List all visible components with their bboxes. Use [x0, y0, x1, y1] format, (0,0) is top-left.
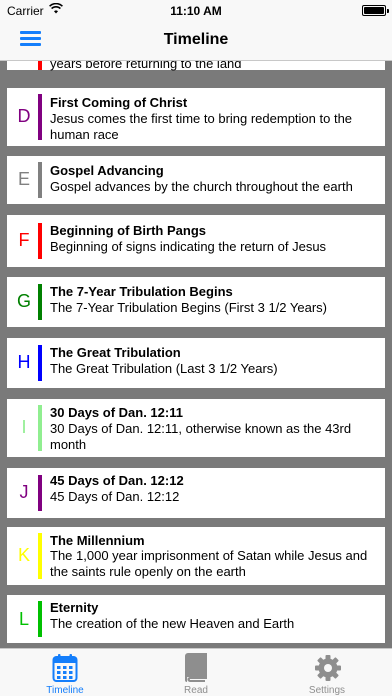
color-bar: [38, 533, 42, 579]
list-item[interactable]: J 45 Days of Dan. 12:12 45 Days of Dan. …: [7, 468, 385, 518]
item-description: 45 Days of Dan. 12:12: [50, 489, 180, 504]
item-description: The 7-Year Tribulation Begins (First 3 1…: [50, 300, 327, 315]
color-bar: [38, 284, 42, 320]
item-title: The 7-Year Tribulation Begins: [50, 284, 233, 299]
calendar-icon: [52, 654, 78, 682]
item-description: The Great Tribulation (Last 3 1/2 Years): [50, 361, 278, 376]
list-item[interactable]: H The Great Tribulation The Great Tribul…: [7, 338, 385, 388]
item-letter: I: [21, 417, 27, 437]
list-item[interactable]: G The 7-Year Tribulation Begins The 7-Ye…: [7, 277, 385, 327]
item-description: The 1,000 year imprisonment of Satan whi…: [50, 548, 368, 579]
item-letter: L: [18, 609, 29, 629]
tab-bar: Timeline Read Settings: [0, 648, 392, 696]
page-title: Timeline: [163, 31, 229, 48]
tab-label: Timeline: [46, 685, 84, 696]
clock: 11:10 AM: [170, 4, 222, 18]
item-title: 30 Days of Dan. 12:11: [50, 405, 183, 420]
item-letter: J: [19, 482, 29, 502]
item-description: Gospel advances by the church throughout…: [50, 179, 353, 194]
navigation-bar: Timeline: [0, 22, 392, 61]
list-item[interactable]: K The Millennium The 1,000 year imprison…: [7, 527, 385, 585]
item-letter: K: [17, 545, 30, 565]
item-letter: H: [17, 352, 31, 372]
list-item-partial[interactable]: years before returning to the land: [7, 60, 385, 71]
item-description: Beginning of signs indicating the return…: [50, 239, 327, 254]
item-title: First Coming of Christ: [50, 95, 188, 110]
list-item[interactable]: E Gospel Advancing Gospel advances by th…: [7, 156, 385, 204]
tab-timeline[interactable]: Timeline: [15, 649, 115, 697]
color-bar: [38, 60, 42, 70]
item-letter: D: [17, 106, 31, 126]
book-icon: [185, 653, 207, 682]
color-bar: [38, 94, 42, 140]
timeline-list[interactable]: years before returning to the land D Fir…: [0, 60, 392, 648]
item-title: 45 Days of Dan. 12:12: [50, 473, 184, 488]
item-letter: F: [18, 230, 30, 250]
item-description: years before returning to the land: [50, 60, 242, 71]
color-bar: [38, 345, 42, 381]
battery-icon: [362, 5, 389, 16]
list-item[interactable]: F Beginning of Birth Pangs Beginning of …: [7, 215, 385, 267]
item-title: The Great Tribulation: [50, 345, 181, 360]
item-description: Jesus comes the first time to bring rede…: [50, 111, 353, 142]
list-item[interactable]: D First Coming of Christ Jesus comes the…: [7, 88, 385, 146]
color-bar: [38, 601, 42, 637]
item-letter: E: [17, 169, 30, 189]
tab-label: Read: [184, 685, 208, 696]
color-bar: [38, 475, 42, 511]
item-title: The Millennium: [50, 533, 145, 548]
tab-read[interactable]: Read: [146, 649, 246, 697]
list-item[interactable]: L Eternity The creation of the new Heave…: [7, 595, 385, 643]
item-title: Eternity: [50, 600, 99, 615]
status-bar: Carrier 11:10 AM: [0, 0, 392, 22]
tab-label: Settings: [308, 685, 346, 696]
tab-settings[interactable]: Settings: [277, 649, 377, 697]
color-bar: [38, 223, 42, 259]
gear-icon: [315, 655, 341, 681]
item-title: Beginning of Birth Pangs: [50, 223, 206, 238]
list-item[interactable]: I 30 Days of Dan. 12:11 30 Days of Dan. …: [7, 399, 385, 457]
color-bar: [38, 162, 42, 198]
color-bar: [38, 405, 42, 451]
item-title: Gospel Advancing: [50, 163, 164, 178]
item-letter: G: [16, 291, 31, 311]
item-description: The creation of the new Heaven and Earth: [50, 616, 295, 631]
item-description: 30 Days of Dan. 12:11, otherwise known a…: [50, 421, 352, 452]
